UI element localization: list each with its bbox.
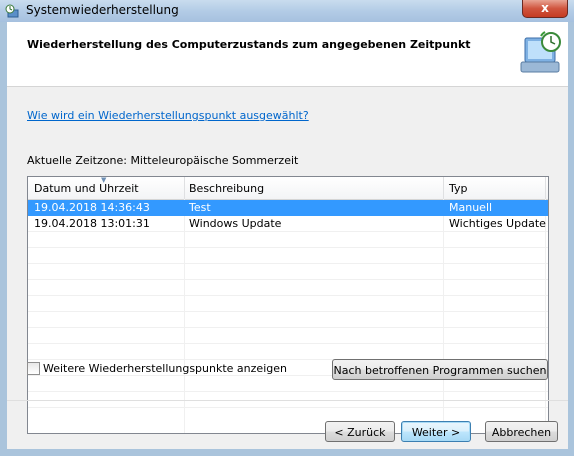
grid-line xyxy=(28,279,548,280)
scan-affected-programs-button[interactable]: Nach betroffenen Programmen suchen xyxy=(332,359,548,380)
table-header: ▼ Datum und Uhrzeit Beschreibung Typ xyxy=(28,177,548,200)
table-row[interactable]: 19.04.2018 13:01:31 Windows Update Wicht… xyxy=(28,216,548,232)
grid-line xyxy=(28,343,548,344)
cell-description: Windows Update xyxy=(189,217,282,230)
restore-points-table[interactable]: ▼ Datum und Uhrzeit Beschreibung Typ 19.… xyxy=(27,176,549,434)
footer-divider xyxy=(7,400,568,401)
content-panel: Wie wird ein Wiederherstellungspunkt aus… xyxy=(7,87,568,449)
grid-line xyxy=(28,327,548,328)
cancel-button[interactable]: Abbrechen xyxy=(485,421,558,442)
header-panel: Wiederherstellung des Computerzustands z… xyxy=(7,22,568,87)
more-restore-points-label[interactable]: Weitere Wiederherstellungspunkte anzeige… xyxy=(43,362,287,375)
cell-type: Wichtiges Update xyxy=(449,217,546,230)
grid-line xyxy=(28,247,548,248)
grid-line xyxy=(28,407,548,408)
close-button[interactable]: x xyxy=(522,0,568,18)
column-header-date[interactable]: Datum und Uhrzeit xyxy=(34,182,139,195)
cell-description: Test xyxy=(189,201,211,214)
system-restore-app-icon xyxy=(5,4,19,18)
more-restore-points-checkbox[interactable] xyxy=(27,362,40,375)
timezone-label: Aktuelle Zeitzone: Mitteleuropäische Som… xyxy=(27,154,299,167)
help-link[interactable]: Wie wird ein Wiederherstellungspunkt aus… xyxy=(27,109,309,122)
column-separator xyxy=(443,177,444,199)
page-title: Wiederherstellung des Computerzustands z… xyxy=(27,38,471,51)
grid-line xyxy=(28,295,548,296)
window-title: Systemwiederherstellung xyxy=(26,3,179,17)
column-separator xyxy=(184,177,185,199)
cell-date: 19.04.2018 14:36:43 xyxy=(34,201,150,214)
column-header-type[interactable]: Typ xyxy=(449,182,468,195)
cell-type: Manuell xyxy=(449,201,493,214)
grid-line xyxy=(28,311,548,312)
grid-line xyxy=(28,391,548,392)
next-button[interactable]: Weiter > xyxy=(401,421,471,442)
grid-line xyxy=(545,199,546,433)
grid-line xyxy=(28,263,548,264)
column-separator xyxy=(545,177,546,199)
back-button[interactable]: < Zurück xyxy=(325,421,395,442)
grid-line xyxy=(443,199,444,433)
grid-line xyxy=(184,199,185,433)
table-row-selected[interactable]: 19.04.2018 14:36:43 Test Manuell xyxy=(28,200,548,216)
title-bar: Systemwiederherstellung x xyxy=(0,0,574,22)
column-header-description[interactable]: Beschreibung xyxy=(189,182,264,195)
cell-date: 19.04.2018 13:01:31 xyxy=(34,217,150,230)
system-restore-icon xyxy=(520,31,561,73)
